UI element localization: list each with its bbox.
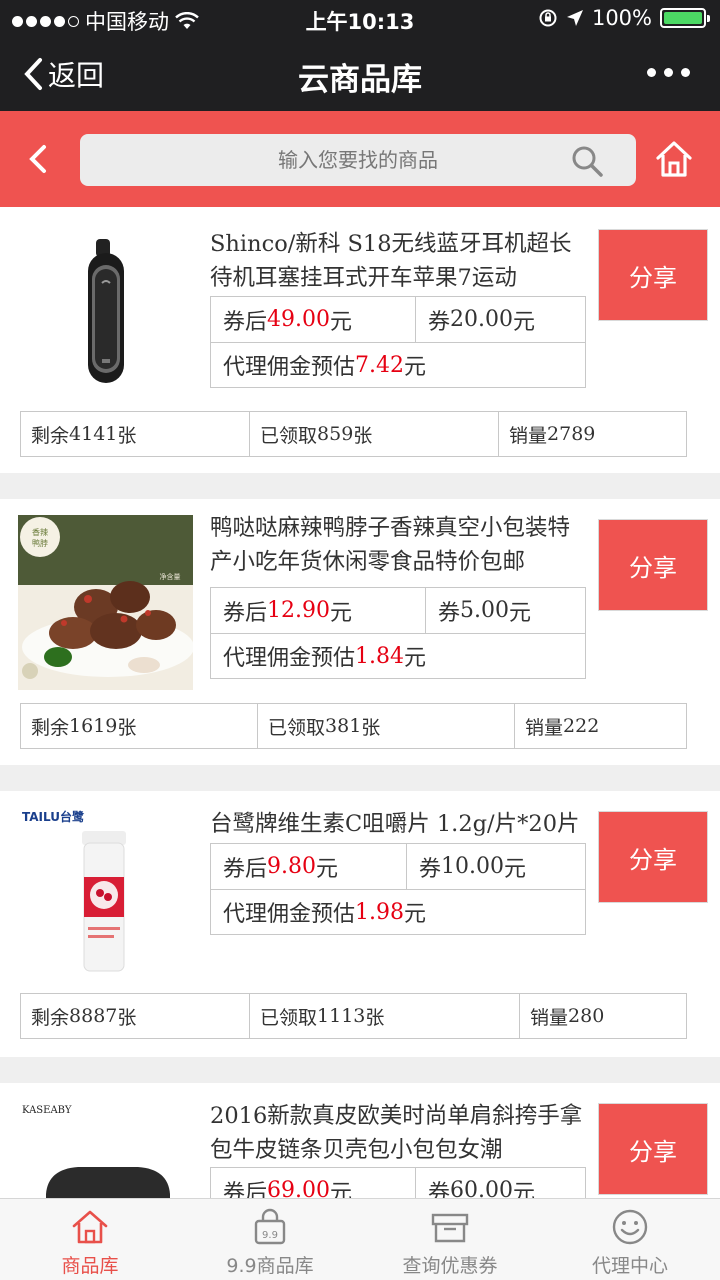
remaining-count: 剩余 8887 张 <box>31 1005 137 1029</box>
page-title: 云商品库 <box>298 62 422 98</box>
tab-label: 商品库 <box>61 1255 119 1277</box>
tab-9-9-library[interactable]: 9.9 9.9商品库 <box>180 1199 360 1280</box>
claimed-count: 已领取 381 张 <box>257 704 514 748</box>
share-button[interactable]: 分享 <box>598 1103 708 1195</box>
status-right: 100% <box>538 6 710 30</box>
more-dot-icon <box>681 68 690 77</box>
tab-label: 9.9商品库 <box>226 1255 314 1277</box>
sales-count: 销量 222 <box>514 704 686 748</box>
location-arrow-icon <box>566 10 583 26</box>
product-card[interactable]: 香辣 鸭脖 净含量 鸭哒哒麻辣鸭脖子香辣真空小包装特产小吃年货休闲零食品特价包邮… <box>0 499 720 765</box>
svg-text:TAILU台鹭: TAILU台鹭 <box>22 809 85 824</box>
price-after-coupon: 券后 49.00 元 <box>211 297 416 342</box>
price-table: 券后 9.80 元 券 10.00 元 代理佣金预估 1.98 元 <box>210 843 586 935</box>
battery-percent: 100% <box>591 6 652 30</box>
tab-label: 查询优惠券 <box>402 1255 498 1277</box>
share-button[interactable]: 分享 <box>598 229 708 321</box>
coupon-box-icon <box>431 1213 469 1243</box>
nav-bar: 返回 云商品库 <box>0 36 720 111</box>
product-title[interactable]: 鸭哒哒麻辣鸭脖子香辣真空小包装特产小吃年货休闲零食品特价包邮 <box>210 511 590 579</box>
price-after-coupon: 券后 9.80 元 <box>211 844 407 889</box>
remaining-count: 剩余 4141 张 <box>31 423 137 447</box>
product-image-spicy-duck-neck[interactable]: 香辣 鸭脖 净含量 <box>18 515 193 690</box>
coupon-stats: 剩余 4141 张 已领取 859 张 销量 2789 <box>20 411 687 457</box>
tab-label: 代理中心 <box>591 1255 668 1277</box>
tab-agent-center[interactable]: 代理中心 <box>540 1199 720 1280</box>
search-icon[interactable] <box>570 144 604 178</box>
price-table: 券后 12.90 元 券 5.00 元 代理佣金预估 1.84 元 <box>210 587 586 679</box>
back-button[interactable]: 返回 <box>22 54 104 94</box>
coupon-stats: 剩余 1619 张 已领取 381 张 销量 222 <box>20 703 687 749</box>
product-title[interactable]: 台鹭牌维生素C咀嚼片 1.2g/片*20片 <box>210 807 590 843</box>
coupon-value: 券 10.00 元 <box>419 854 527 882</box>
tab-product-library[interactable]: 商品库 <box>0 1199 180 1280</box>
product-image-vitamin-c-tube[interactable]: TAILU台鹭 <box>18 807 193 982</box>
home-icon[interactable] <box>654 139 694 179</box>
commission-estimate: 代理佣金预估 7.42 元 <box>223 352 427 381</box>
remaining-count: 剩余 1619 张 <box>31 715 137 739</box>
more-dot-icon <box>664 68 673 77</box>
rotation-lock-icon <box>539 9 557 27</box>
share-button[interactable]: 分享 <box>598 519 708 611</box>
coupon-stats: 剩余 8887 张 已领取 1113 张 销量 280 <box>20 993 687 1039</box>
svg-text:KASEABY: KASEABY <box>22 1105 72 1116</box>
smiley-icon <box>612 1209 648 1245</box>
status-bar: 中国移动 上午10:13 100% <box>0 0 720 36</box>
commission-estimate: 代理佣金预估 1.98 元 <box>223 899 427 928</box>
product-list: Shinco/新科 S18无线蓝牙耳机超长待机耳塞挂耳式开车苹果7运动 分享 券… <box>0 207 720 1280</box>
coupon-value: 券 20.00 元 <box>428 307 536 335</box>
price-after-coupon: 券后 12.90 元 <box>211 588 426 633</box>
product-card[interactable]: Shinco/新科 S18无线蓝牙耳机超长待机耳塞挂耳式开车苹果7运动 分享 券… <box>0 207 720 473</box>
svg-text:鸭脖: 鸭脖 <box>32 538 48 548</box>
product-image-bluetooth-earphone[interactable] <box>18 231 193 406</box>
search-box <box>80 134 636 186</box>
battery-icon <box>660 8 710 28</box>
search-bar <box>0 111 720 207</box>
product-title[interactable]: 2016新款真皮欧美时尚单肩斜挎手拿包牛皮链条贝壳包小包包女潮 <box>210 1099 590 1167</box>
svg-text:香辣: 香辣 <box>32 527 48 537</box>
sales-count: 销量 2789 <box>498 412 686 456</box>
svg-text:净含量: 净含量 <box>160 572 181 581</box>
search-input[interactable] <box>80 134 636 186</box>
back-label: 返回 <box>48 59 105 92</box>
tab-bar: 商品库 9.9 9.9商品库 查询优惠券 代理中心 <box>0 1198 720 1280</box>
home-icon <box>72 1210 108 1244</box>
bag-icon: 9.9 <box>254 1208 286 1245</box>
tab-coupon-search[interactable]: 查询优惠券 <box>360 1199 540 1280</box>
product-card[interactable]: TAILU台鹭 台鹭牌维生素C咀嚼片 1.2g/片*20片 分享 券后 9.80 元… <box>0 791 720 1057</box>
more-dot-icon <box>647 68 656 77</box>
commission-estimate: 代理佣金预估 1.84 元 <box>223 643 427 672</box>
sales-count: 销量 280 <box>519 994 686 1038</box>
chevron-left-icon <box>24 58 42 90</box>
claimed-count: 已领取 1113 张 <box>249 994 519 1038</box>
product-title[interactable]: Shinco/新科 S18无线蓝牙耳机超长待机耳塞挂耳式开车苹果7运动 <box>210 227 590 295</box>
claimed-count: 已领取 859 张 <box>249 412 498 456</box>
search-back-button[interactable] <box>24 139 54 179</box>
coupon-value: 券 5.00 元 <box>438 598 532 626</box>
share-button[interactable]: 分享 <box>598 811 708 903</box>
more-menu-button[interactable] <box>647 68 690 77</box>
price-table: 券后 49.00 元 券 20.00 元 代理佣金预估 7.42 元 <box>210 296 586 388</box>
svg-text:9.9: 9.9 <box>262 1230 278 1241</box>
